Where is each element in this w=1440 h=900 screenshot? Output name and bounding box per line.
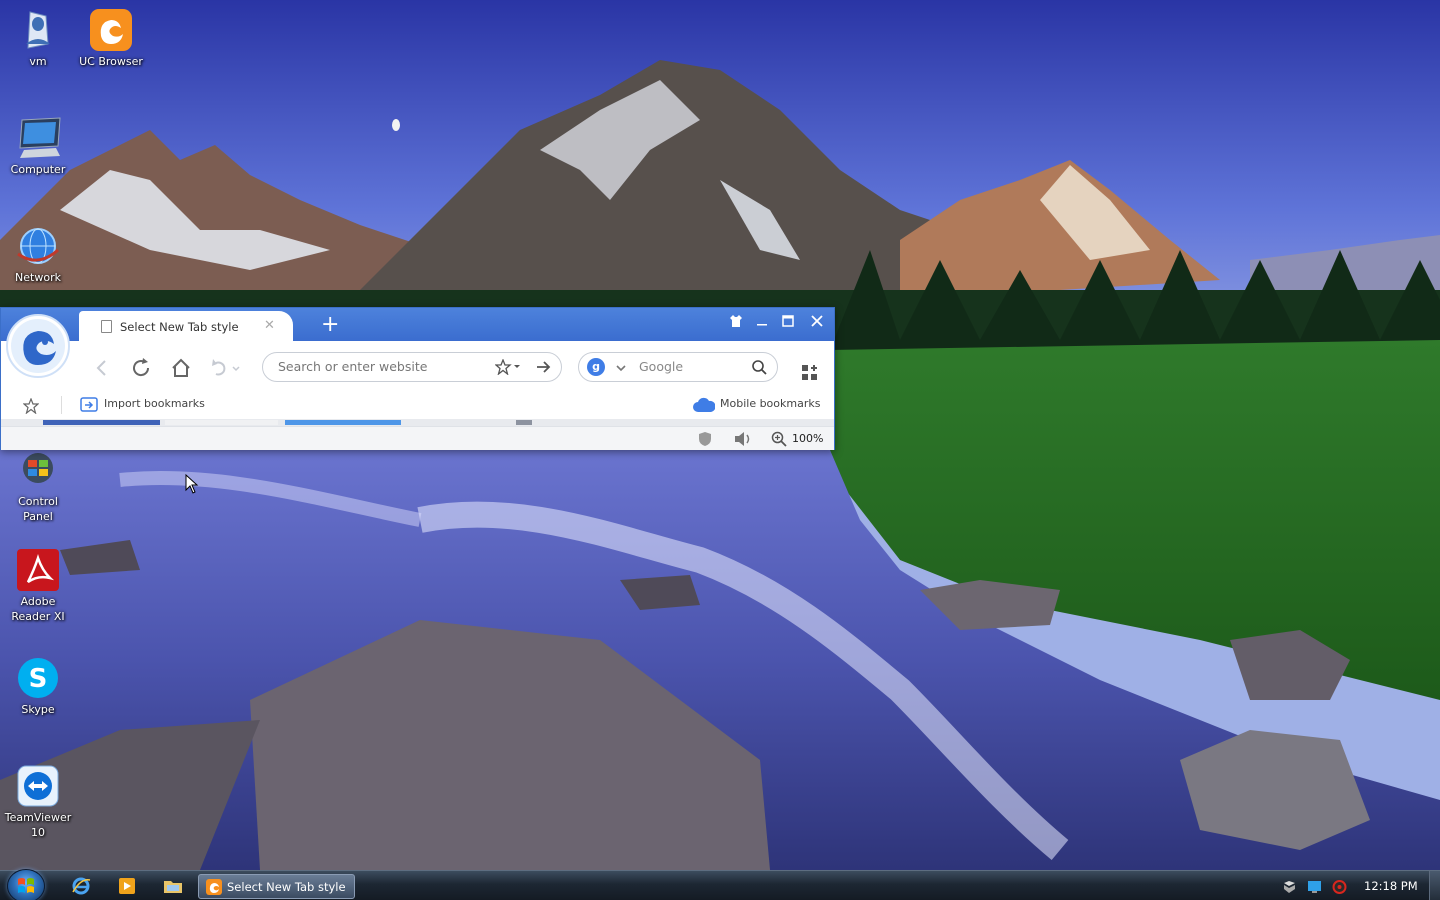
uc-browser-icon bbox=[89, 8, 133, 52]
desktop-icon-network[interactable]: Network bbox=[0, 224, 76, 285]
uc-browser-window: Select New Tab style ✕ + Search or enter… bbox=[0, 307, 835, 450]
navigation-toolbar: g bbox=[1, 341, 834, 393]
new-tab-button[interactable]: + bbox=[321, 311, 339, 339]
address-bar[interactable] bbox=[262, 352, 562, 382]
cloud-icon bbox=[693, 396, 716, 418]
minimize-button[interactable] bbox=[752, 314, 772, 334]
back-arrow-icon[interactable] bbox=[90, 355, 116, 381]
tab-select-new-tab-style[interactable]: Select New Tab style ✕ bbox=[79, 311, 293, 341]
desktop-icon-label: Adobe Reader XI bbox=[11, 595, 65, 623]
bookmarks-bar: Import bookmarks Mobile bookmarks bbox=[1, 393, 834, 419]
display-tray-icon[interactable] bbox=[1307, 879, 1322, 893]
desktop-icon-control-panel[interactable]: Control Panel bbox=[0, 448, 76, 524]
adobe-reader-icon bbox=[16, 548, 60, 592]
zoom-icon[interactable] bbox=[771, 431, 787, 451]
shield-icon[interactable] bbox=[698, 431, 712, 451]
desktop-icon-computer[interactable]: Computer bbox=[0, 116, 76, 177]
import-bookmarks-link[interactable]: Import bookmarks bbox=[104, 397, 205, 410]
windows-logo-icon bbox=[18, 878, 34, 893]
desktop-icon-label: Skype bbox=[21, 703, 55, 716]
user-folder-icon bbox=[16, 8, 60, 52]
taskbar-button-label: Select New Tab style ... bbox=[227, 880, 346, 900]
mouse-cursor-icon bbox=[185, 474, 199, 494]
desktop-icon-uc-browser[interactable]: UC Browser bbox=[73, 8, 149, 69]
network-globe-icon bbox=[16, 224, 60, 268]
close-button[interactable] bbox=[807, 314, 827, 334]
divider bbox=[61, 396, 62, 414]
taskbar-button-uc-browser[interactable]: Select New Tab style ... bbox=[198, 874, 355, 900]
tab-title: Select New Tab style bbox=[120, 320, 239, 334]
zoom-level[interactable]: 100% bbox=[792, 432, 823, 445]
google-engine-icon[interactable]: g bbox=[587, 358, 605, 376]
clock[interactable]: 12:18 PM bbox=[1364, 879, 1418, 893]
mobile-bookmarks-link[interactable]: Mobile bookmarks bbox=[720, 397, 820, 410]
uc-browser-icon bbox=[206, 879, 222, 895]
home-icon[interactable] bbox=[168, 355, 194, 381]
desktop-icon-skype[interactable]: S Skype bbox=[0, 656, 76, 717]
desktop-icon-label: Computer bbox=[10, 163, 66, 176]
status-bar: 100% bbox=[1, 426, 834, 450]
desktop-icon-label: TeamViewer 10 bbox=[4, 811, 72, 839]
page-preview-strip bbox=[1, 419, 834, 426]
network-tray-icon[interactable] bbox=[1282, 879, 1297, 893]
maximize-button[interactable] bbox=[778, 314, 798, 334]
undo-close-icon[interactable] bbox=[208, 355, 240, 381]
apps-grid-icon[interactable] bbox=[801, 364, 819, 386]
teamviewer-icon bbox=[16, 764, 60, 808]
file-explorer-icon[interactable] bbox=[163, 876, 183, 896]
reload-icon[interactable] bbox=[128, 355, 154, 381]
chevron-down-icon[interactable] bbox=[615, 359, 627, 378]
desktop-icon-label: Network bbox=[15, 271, 61, 284]
skin-shirt-icon[interactable] bbox=[726, 314, 746, 334]
start-button[interactable] bbox=[7, 869, 45, 900]
desktop-icon-vm[interactable]: vm bbox=[0, 8, 76, 69]
address-input[interactable] bbox=[278, 359, 483, 374]
search-input[interactable] bbox=[639, 359, 739, 374]
desktop-icon-label: UC Browser bbox=[79, 55, 143, 68]
uc-browser-logo-icon[interactable] bbox=[6, 314, 70, 378]
skype-icon: S bbox=[16, 656, 60, 700]
speaker-icon[interactable] bbox=[734, 431, 752, 451]
media-player-icon[interactable] bbox=[117, 876, 137, 896]
desktop-icon-label: Control Panel bbox=[18, 495, 58, 523]
star-icon[interactable] bbox=[22, 397, 40, 418]
internet-explorer-icon[interactable] bbox=[71, 876, 91, 896]
show-desktop-button[interactable] bbox=[1429, 871, 1440, 900]
taskbar: Select New Tab style ... 12:18 PM bbox=[0, 869, 1440, 900]
svg-text:S: S bbox=[29, 664, 48, 694]
control-panel-icon bbox=[16, 448, 60, 492]
import-bookmarks-icon bbox=[80, 396, 98, 418]
desktop-icon-teamviewer[interactable]: TeamViewer 10 bbox=[0, 764, 76, 840]
title-bar[interactable]: Select New Tab style ✕ + bbox=[1, 308, 834, 341]
search-bar[interactable]: g bbox=[578, 352, 778, 382]
go-arrow-icon[interactable] bbox=[535, 359, 551, 379]
desktop-icon-label: vm bbox=[29, 55, 47, 68]
search-icon[interactable] bbox=[751, 359, 767, 379]
computer-icon bbox=[16, 116, 61, 160]
bookmark-star-icon[interactable] bbox=[494, 358, 521, 379]
page-icon bbox=[101, 320, 112, 333]
tab-close-icon[interactable]: ✕ bbox=[264, 318, 275, 333]
desktop-icon-adobe-reader[interactable]: Adobe Reader XI bbox=[0, 548, 76, 624]
security-tray-icon[interactable] bbox=[1332, 879, 1347, 894]
